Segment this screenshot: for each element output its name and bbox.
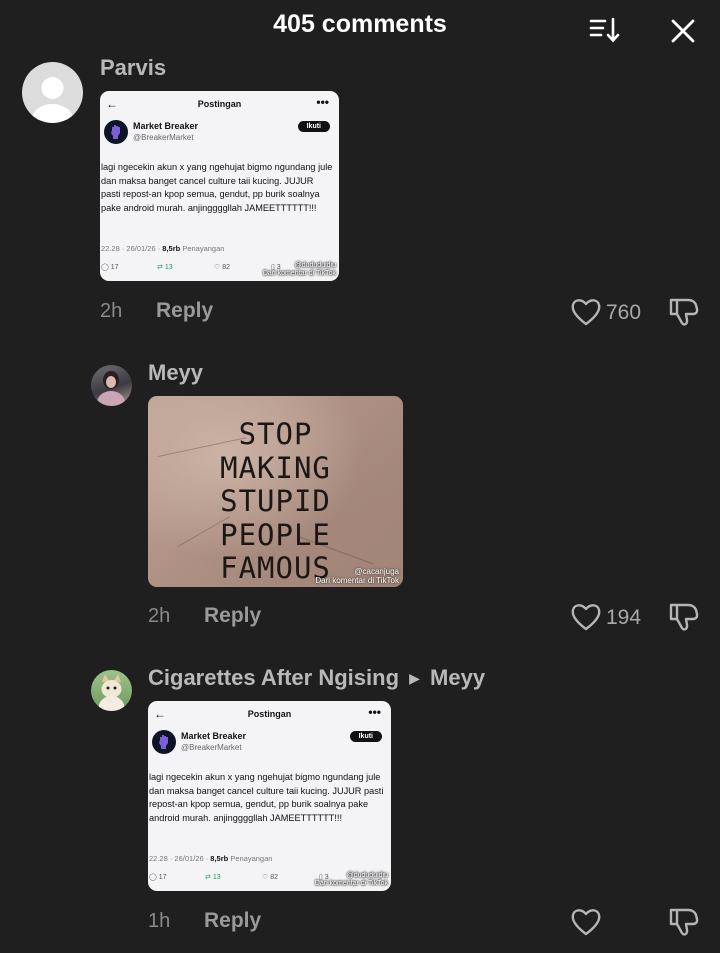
tweet-meta: 22.28 · 26/01/26 · 8,5rb Penayangan bbox=[149, 854, 273, 863]
repost-count: ⇄ 13 bbox=[157, 264, 173, 271]
triangle-right-icon: ▶ bbox=[409, 670, 420, 686]
repost-count: ⇄ 13 bbox=[205, 874, 221, 881]
account-handle: @BreakerMarket bbox=[181, 743, 242, 752]
thumbs-down-icon bbox=[669, 908, 699, 936]
sort-icon bbox=[589, 17, 620, 43]
tiktok-watermark: @dududuidiu Dari komentar di TikTok bbox=[314, 872, 388, 887]
thumbs-down-icon bbox=[669, 298, 699, 326]
avatar-meyy[interactable] bbox=[91, 365, 132, 406]
comment-time: 1h bbox=[148, 910, 171, 932]
close-button[interactable] bbox=[666, 14, 700, 48]
heart-icon bbox=[571, 604, 601, 631]
comment-username-text[interactable]: Cigarettes After Ngising bbox=[148, 665, 399, 690]
account-avatar-fist-icon bbox=[104, 120, 128, 144]
tweet-text: lagi ngecekin akun x yang ngehujat bigmo… bbox=[149, 772, 384, 823]
like-button[interactable] bbox=[570, 297, 604, 329]
reply-to-username[interactable]: Meyy bbox=[430, 665, 485, 690]
reply-button[interactable]: Reply bbox=[156, 299, 213, 323]
reply-button[interactable]: Reply bbox=[204, 604, 261, 628]
sort-button[interactable] bbox=[586, 14, 622, 46]
stop-making-stupid-people-famous-image[interactable]: STOP MAKING STUPID PEOPLE FAMOUS @cacanj… bbox=[148, 396, 403, 587]
comment-username[interactable]: Meyy bbox=[148, 360, 203, 386]
like-button[interactable] bbox=[570, 907, 604, 939]
reply-count: ◯ 17 bbox=[101, 264, 119, 271]
default-avatar-icon bbox=[31, 77, 74, 123]
avatar-cigarettes-after-ngising[interactable] bbox=[91, 670, 132, 711]
tweet-screenshot-card[interactable]: ← Postingan ••• Market Breaker @BreakerM… bbox=[148, 701, 391, 891]
like-count: 194 bbox=[606, 606, 642, 629]
comment-username[interactable]: Parvis bbox=[100, 55, 166, 81]
account-name: Market Breaker bbox=[133, 121, 199, 131]
like-count: ♡ 82 bbox=[214, 264, 231, 271]
comment-time: 2h bbox=[148, 605, 171, 627]
heart-icon bbox=[571, 299, 601, 326]
account-name: Market Breaker bbox=[181, 731, 247, 741]
handwritten-text: STOP MAKING STUPID PEOPLE FAMOUS bbox=[220, 417, 331, 585]
like-count: 760 bbox=[606, 301, 642, 324]
dislike-button[interactable] bbox=[668, 601, 700, 633]
follow-button: Ikuti bbox=[297, 121, 330, 132]
comment-time: 2h bbox=[100, 300, 123, 322]
comment-username: Cigarettes After Ngising ▶ Meyy bbox=[148, 665, 485, 691]
tiktok-watermark: @dududuidiu Dari komentar di TikTok bbox=[262, 262, 336, 277]
user-photo-icon bbox=[97, 371, 125, 406]
tweet-screenshot-card[interactable]: ← Postingan ••• Market Breaker @BreakerM… bbox=[100, 91, 339, 281]
follow-button: Ikuti bbox=[349, 731, 382, 742]
avatar-parvis[interactable] bbox=[22, 62, 83, 123]
account-handle: @BreakerMarket bbox=[133, 133, 194, 142]
tiktok-watermark: @cacanjuga Dari komentar di TikTok bbox=[315, 567, 399, 585]
close-icon bbox=[671, 19, 695, 43]
tweet-text: lagi ngecekin akun x yang ngehujat bigmo… bbox=[101, 162, 333, 213]
like-count: ♡ 82 bbox=[262, 874, 279, 881]
cat-photo-icon bbox=[98, 674, 125, 711]
more-icon: ••• bbox=[316, 95, 329, 109]
more-icon: ••• bbox=[368, 705, 381, 719]
card-title: Postingan bbox=[247, 709, 292, 719]
like-button[interactable] bbox=[570, 602, 604, 634]
dislike-button[interactable] bbox=[668, 906, 700, 938]
thumbs-down-icon bbox=[669, 603, 699, 631]
reply-count: ◯ 17 bbox=[149, 874, 167, 881]
account-avatar-fist-icon bbox=[152, 730, 176, 754]
card-title: Postingan bbox=[197, 99, 242, 109]
heart-icon bbox=[571, 909, 601, 936]
tweet-meta: 22.28 · 26/01/26 · 8,5rb Penayangan bbox=[101, 244, 225, 253]
dislike-button[interactable] bbox=[668, 296, 700, 328]
reply-button[interactable]: Reply bbox=[204, 909, 261, 933]
